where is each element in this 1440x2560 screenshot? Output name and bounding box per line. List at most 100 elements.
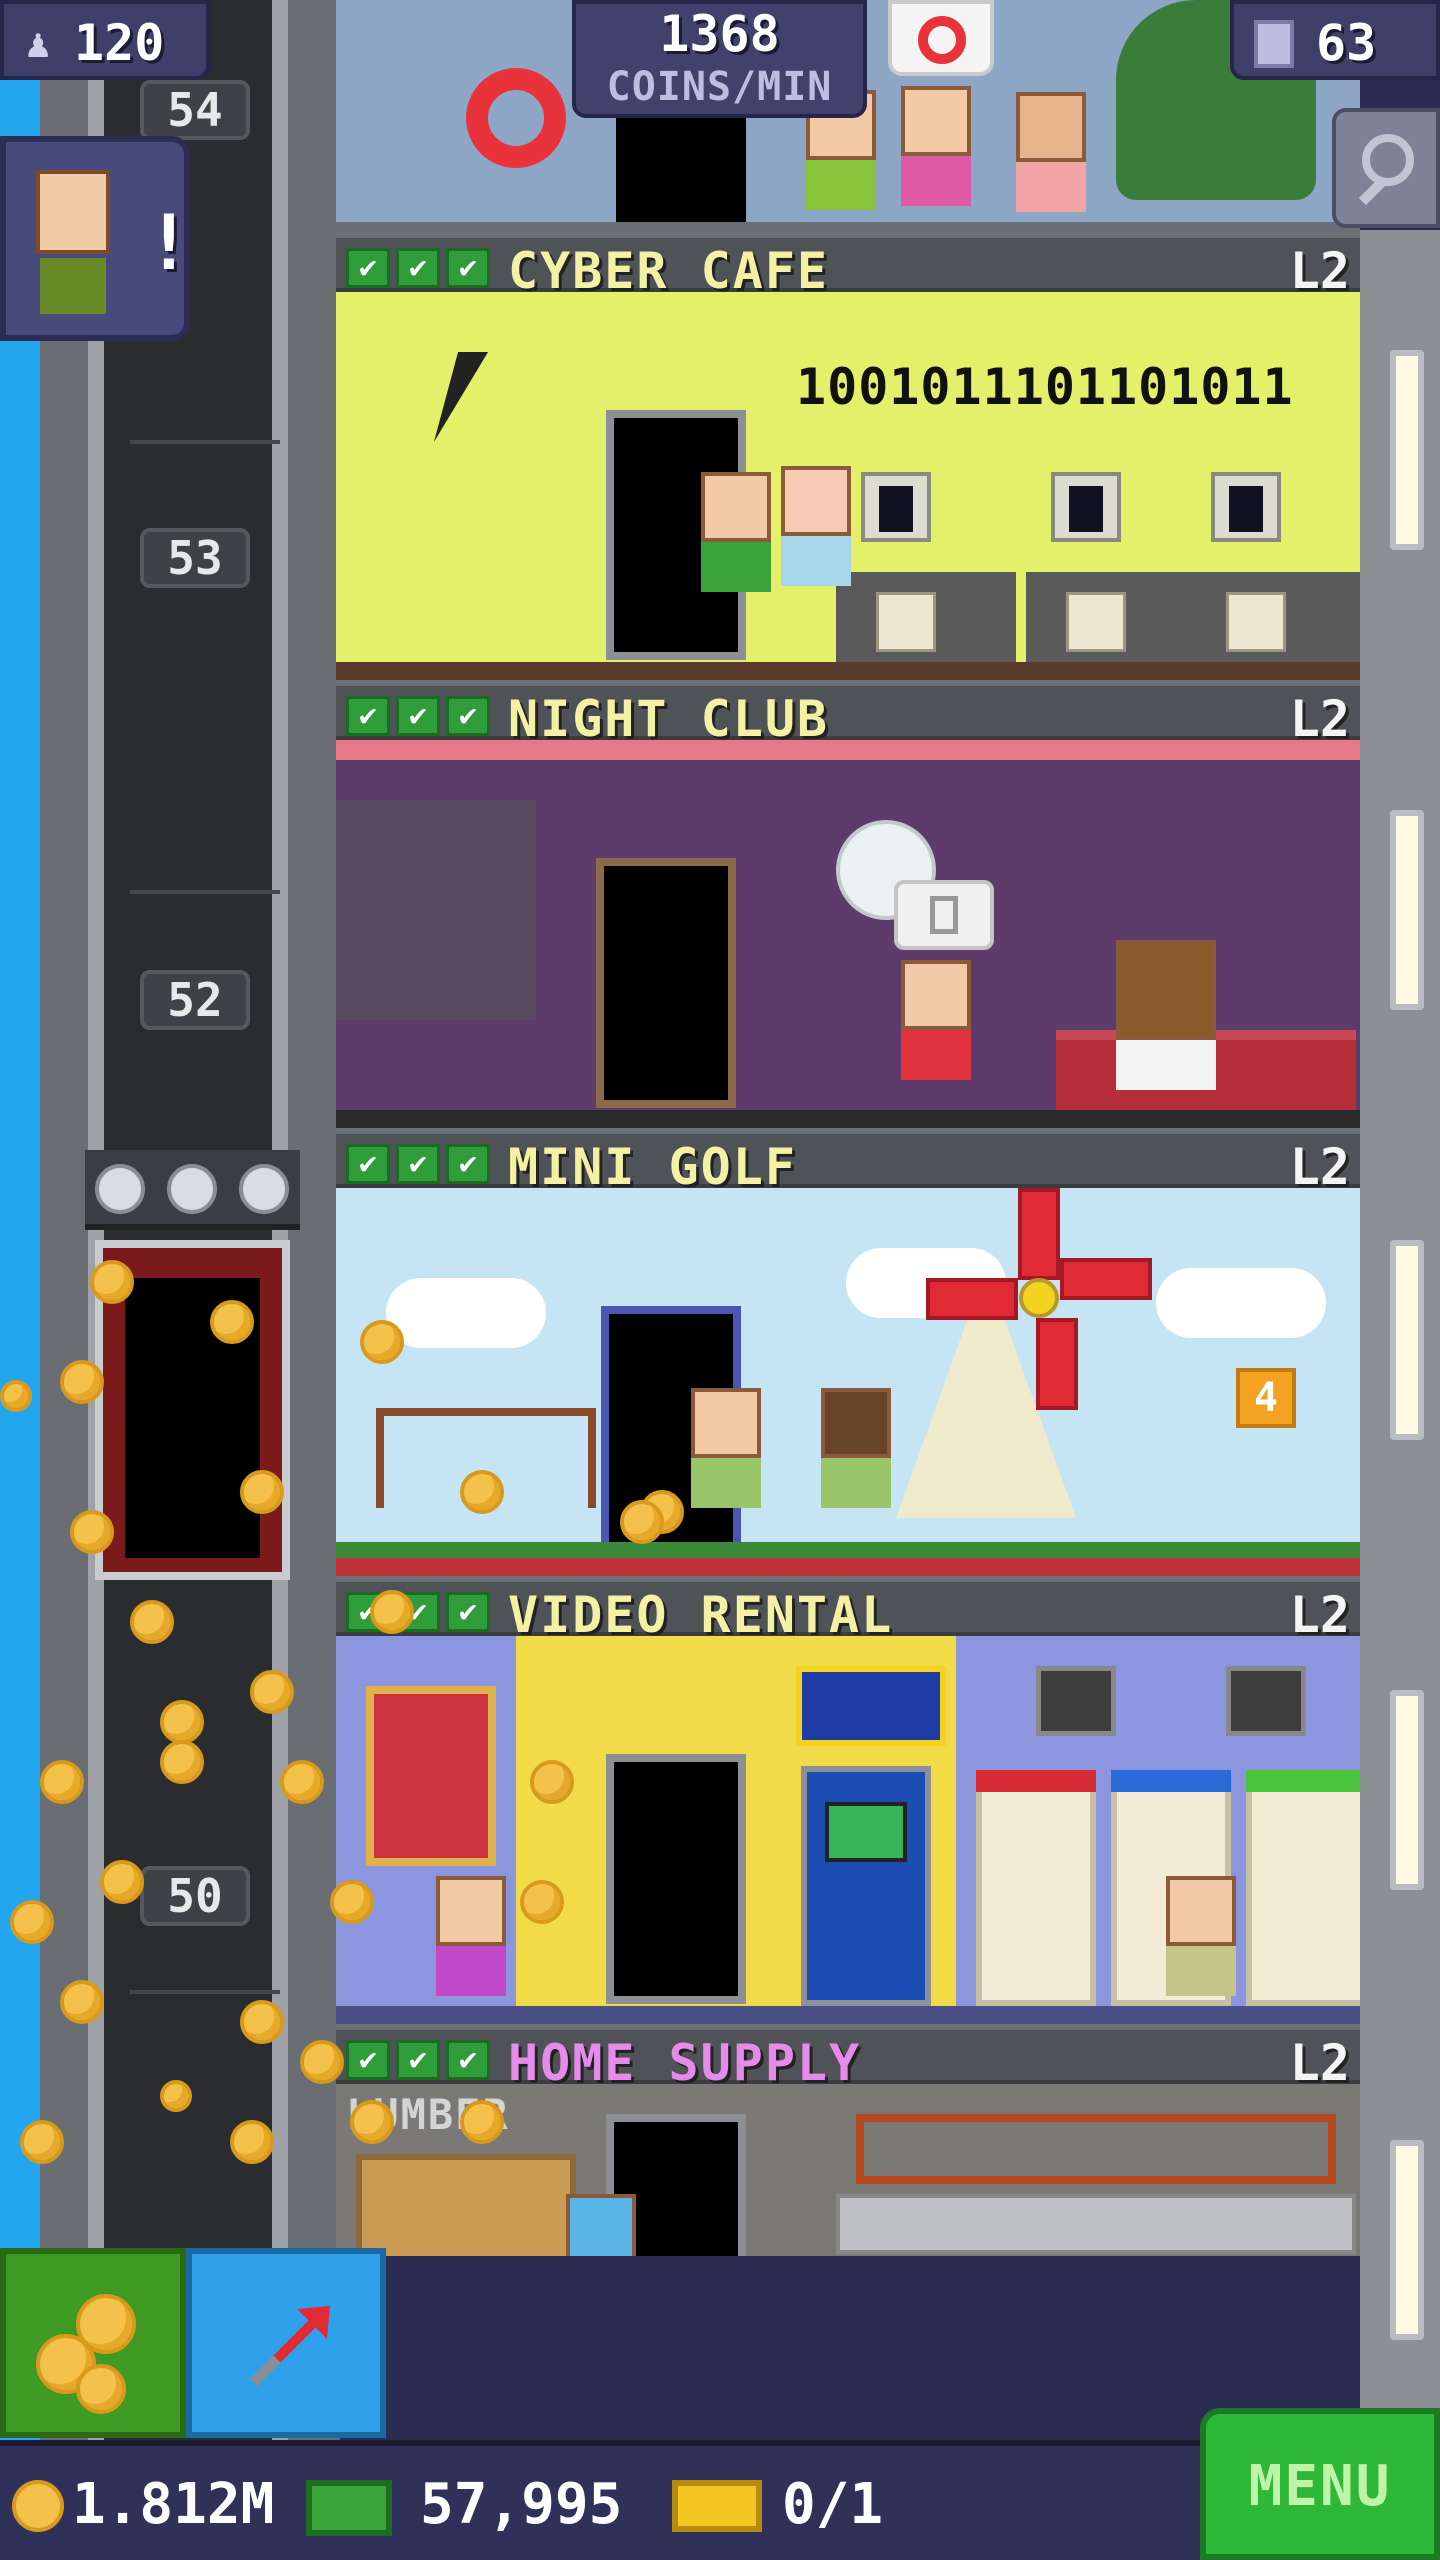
lifebuoy-icon (466, 68, 566, 168)
windmill-blade (1018, 1188, 1060, 1280)
coin-icon[interactable] (460, 1470, 504, 1514)
visitor-character[interactable] (701, 472, 771, 592)
coin-icon[interactable] (620, 1500, 664, 1544)
bux-icon (306, 2480, 392, 2536)
coin-icon[interactable] (40, 1760, 84, 1804)
stock-checks: ✔ ✔ ✔ (346, 248, 490, 288)
desk-drawer (1066, 592, 1126, 652)
computer-desk (1026, 572, 1206, 662)
cloud-icon (386, 1278, 546, 1348)
search-button[interactable] (1332, 108, 1440, 228)
visitor-character[interactable] (566, 2194, 636, 2256)
coin-icon[interactable] (60, 1360, 104, 1404)
computer-desk (1186, 572, 1360, 662)
speech-bubble[interactable] (894, 880, 994, 950)
computer-icon (861, 472, 931, 542)
coin-icon[interactable] (280, 1760, 324, 1804)
coin-icon[interactable] (210, 1300, 254, 1344)
coins-total: 1.812M (72, 2472, 275, 2537)
visitor-character[interactable] (821, 1388, 891, 1508)
visitor-character[interactable] (901, 960, 971, 1080)
window-light (1390, 1240, 1424, 1440)
resident-character[interactable] (1016, 92, 1086, 212)
character-body (691, 1458, 761, 1508)
floor-header: ✔ ✔ ✔ MINI GOLF L2 (336, 1128, 1360, 1196)
coin-icon[interactable] (360, 1320, 404, 1364)
coin-icon[interactable] (520, 1880, 564, 1924)
tickets-count: 0/1 (782, 2472, 884, 2537)
movie-poster (366, 1686, 496, 1866)
person-icon: ♟ (26, 21, 51, 67)
coin-icon[interactable] (230, 2120, 274, 2164)
coin-icon[interactable] (330, 1880, 374, 1924)
floor-room: 4 (336, 1188, 1360, 1576)
check-icon: ✔ (396, 248, 440, 288)
visitor-face-icon (36, 170, 110, 254)
elevator-lamp-icon (239, 1164, 289, 1214)
coin-icon[interactable] (160, 2080, 192, 2112)
floor-header: ✔ ✔ ✔ VIDEO RENTAL L2 (336, 1576, 1360, 1644)
character-head (701, 472, 771, 542)
notification-bubble[interactable] (888, 0, 994, 76)
coin-icon[interactable] (0, 1380, 32, 1412)
bux-total: 57,995 (420, 2472, 623, 2537)
coin-icon[interactable] (130, 1600, 174, 1644)
floor-count-value: 63 (1316, 14, 1377, 72)
check-icon: ✔ (446, 1144, 490, 1184)
arcade-screen (825, 1802, 907, 1862)
visitor-character[interactable] (781, 466, 851, 586)
shelf-sign (1111, 1770, 1231, 1792)
floor-cyber-cafe[interactable]: ✔ ✔ ✔ CYBER CAFE L2 1001011101101011 (336, 232, 1360, 680)
floor-counter[interactable]: 63 (1230, 0, 1440, 80)
coin-icon[interactable] (350, 2100, 394, 2144)
cloud-icon (1156, 1268, 1326, 1338)
stock-checks: ✔ ✔ ✔ (346, 696, 490, 736)
alert-icon: ! (146, 198, 192, 287)
population-value: 120 (74, 14, 165, 72)
character-body (821, 1458, 891, 1508)
coin-icon[interactable] (250, 1670, 294, 1714)
visitor-character[interactable] (1166, 1876, 1236, 1996)
elevator-boost-button[interactable] (186, 2248, 386, 2438)
windmill-blade (926, 1278, 1018, 1320)
coin-icon[interactable] (160, 1700, 204, 1744)
floor-video-rental[interactable]: ✔ ✔ ✔ VIDEO RENTAL L2 (336, 1576, 1360, 2024)
floor-base (336, 662, 1360, 680)
coin-icon[interactable] (530, 1760, 574, 1804)
shaft-divider (130, 890, 280, 894)
population-counter[interactable]: ♟ 120 (0, 0, 210, 80)
coin-icon[interactable] (70, 1510, 114, 1554)
coin-icon[interactable] (240, 1470, 284, 1514)
coin-icon[interactable] (370, 1590, 414, 1634)
resident-character[interactable] (901, 86, 971, 206)
character-head (436, 1876, 506, 1946)
visitor-character[interactable] (691, 1388, 761, 1508)
coin-icon[interactable] (300, 2040, 344, 2084)
windmill-hub (1019, 1278, 1059, 1318)
windmill-blade (1060, 1258, 1152, 1300)
coin-icon[interactable] (20, 2120, 64, 2164)
coins-icon (76, 2364, 126, 2414)
menu-button[interactable]: MENU (1200, 2408, 1440, 2560)
visitor-alert-button[interactable]: ! (0, 136, 192, 341)
check-icon: ✔ (346, 248, 390, 288)
visitor-character[interactable] (436, 1876, 506, 1996)
coin-icon[interactable] (460, 2100, 504, 2144)
elevator-car[interactable] (85, 1150, 300, 1590)
coin-icon[interactable] (60, 1980, 104, 2024)
check-icon: ✔ (446, 248, 490, 288)
coin-icon[interactable] (240, 2000, 284, 2044)
menu-label: MENU (1248, 2454, 1392, 2519)
visitor-character[interactable] (1116, 940, 1216, 1090)
window-light (1390, 350, 1424, 550)
coin-icon[interactable] (10, 1900, 54, 1944)
coin-icon[interactable] (90, 1260, 134, 1304)
collect-coins-button[interactable] (0, 2248, 186, 2438)
putting-green (336, 1542, 1360, 1558)
character-head (1166, 1876, 1236, 1946)
ticket-icon (672, 2480, 762, 2532)
coin-icon[interactable] (100, 1860, 144, 1904)
check-icon: ✔ (446, 2040, 490, 2080)
floor-night-club[interactable]: ✔ ✔ ✔ NIGHT CLUB L2 (336, 680, 1360, 1128)
coin-icon[interactable] (160, 1740, 204, 1784)
